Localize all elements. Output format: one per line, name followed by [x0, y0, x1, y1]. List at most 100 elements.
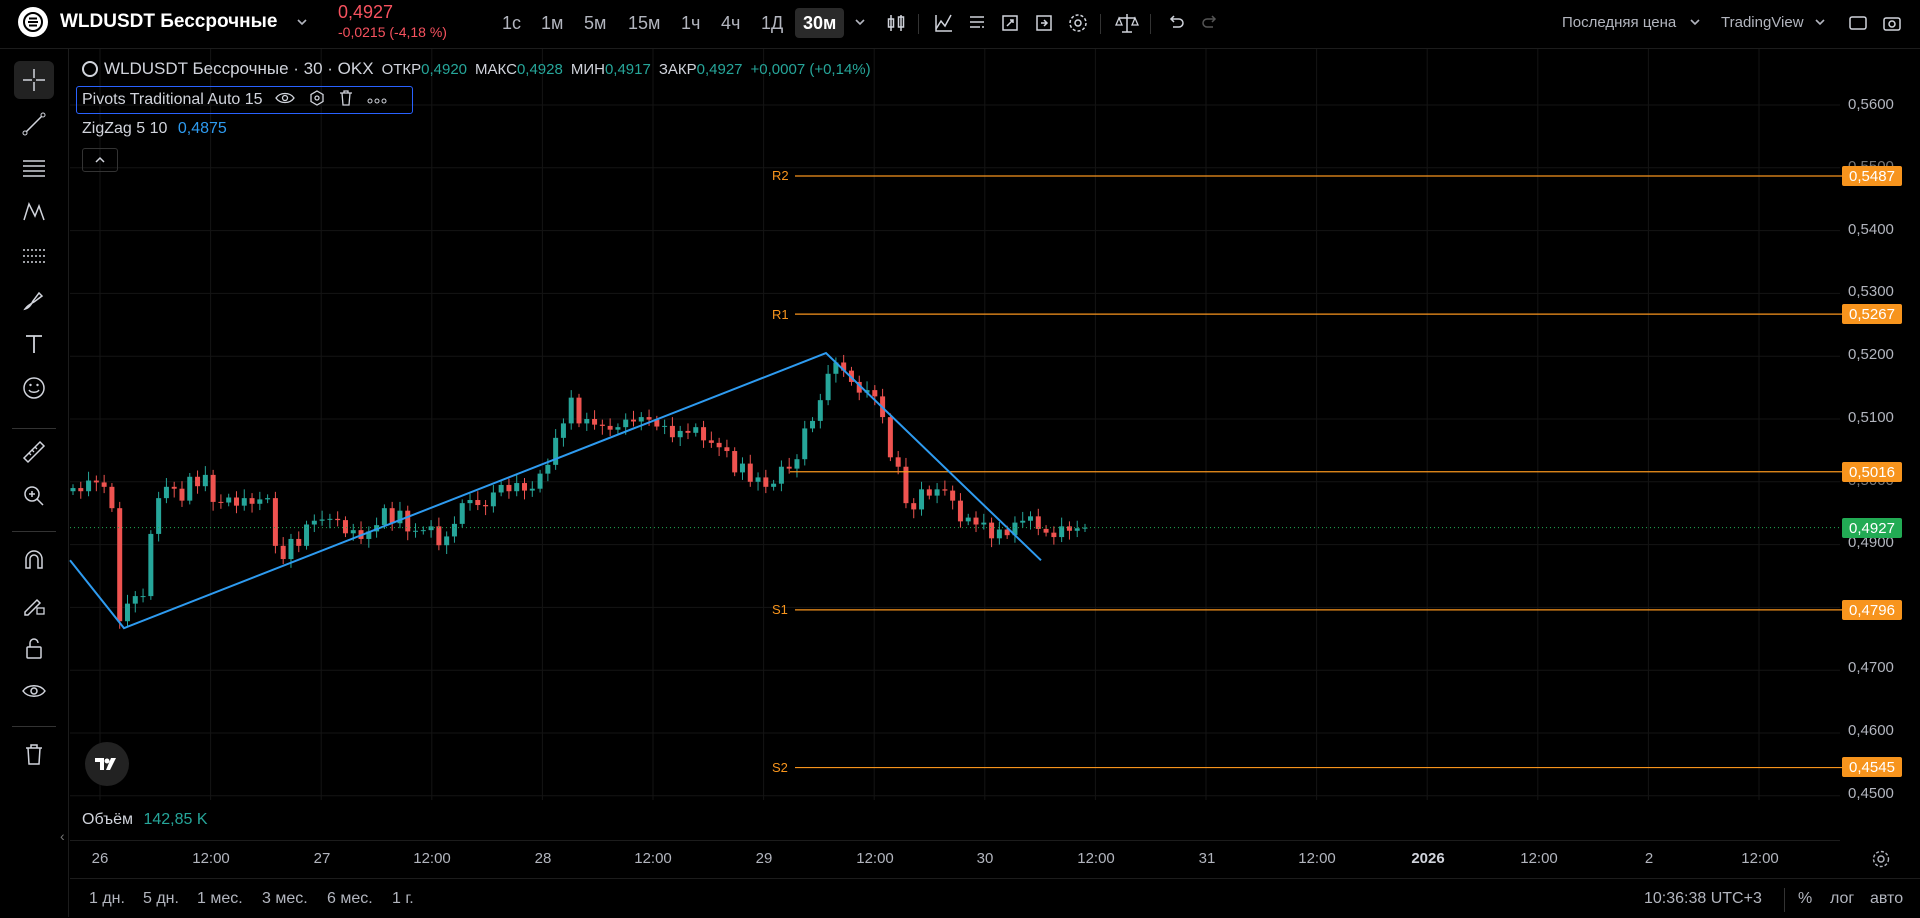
range-5d[interactable]: 5 дн. — [143, 890, 179, 908]
candle — [1051, 532, 1057, 538]
zigzag-line — [69, 351, 1042, 630]
candle — [420, 530, 426, 532]
candle — [1074, 528, 1080, 531]
pivot-p-badge: 0,5016 — [1842, 462, 1902, 482]
indicator-settings-icon[interactable] — [309, 89, 325, 111]
candle — [381, 508, 387, 526]
candle — [919, 489, 925, 510]
candle — [1035, 516, 1041, 529]
candle — [763, 477, 769, 487]
candle — [296, 538, 302, 546]
candle — [405, 510, 411, 532]
candle — [771, 483, 777, 487]
candle — [708, 440, 714, 443]
candle — [1020, 520, 1026, 523]
time-tick: 31 — [1198, 850, 1216, 867]
candle — [93, 480, 99, 483]
candle — [490, 492, 496, 507]
candle — [996, 529, 1002, 539]
candle — [218, 501, 224, 503]
candle — [677, 430, 683, 438]
price-tick: 0,5300 — [1848, 283, 1894, 300]
candle — [70, 488, 76, 492]
range-1d[interactable]: 1 дн. — [89, 890, 125, 908]
percent-toggle[interactable]: % — [1798, 890, 1812, 908]
chevron-up-icon — [95, 156, 105, 163]
candle — [249, 498, 255, 504]
remove-indicator-icon[interactable] — [339, 89, 353, 111]
candle — [537, 473, 543, 489]
candle — [179, 488, 185, 501]
candle — [132, 596, 138, 604]
zigzag-value: 0,4875 — [177, 120, 227, 137]
price-chart[interactable] — [0, 0, 1920, 917]
candle — [148, 533, 154, 597]
clock-timezone[interactable]: 10:36:38 UTC+3 — [1644, 890, 1762, 908]
candle — [319, 519, 325, 521]
axis-settings-gear-icon[interactable] — [1870, 848, 1892, 875]
pivots-indicator-row[interactable]: Pivots Traditional Auto 15 — [76, 86, 413, 114]
legend-title: WLDUSDT Бессрочные · 30 · OKX — [104, 59, 374, 78]
tv-logo-icon — [95, 758, 116, 770]
candle — [911, 503, 917, 510]
candle — [576, 397, 582, 424]
candle — [451, 523, 457, 537]
collapse-panel-icon[interactable]: ‹ — [60, 828, 65, 844]
collapse-legend-button[interactable] — [82, 148, 118, 172]
chart-legend: WLDUSDT Бессрочные · 30 · OKX ОТКР 0,4920… — [82, 59, 871, 79]
range-3m[interactable]: 3 мес. — [262, 890, 308, 908]
candle — [241, 498, 247, 506]
pivot-label-r1: R1 — [772, 307, 789, 322]
range-6m[interactable]: 6 мес. — [327, 890, 373, 908]
candle — [195, 476, 201, 487]
candle — [265, 498, 271, 500]
range-1m[interactable]: 1 мес. — [197, 890, 243, 908]
pivot-label-s2: S2 — [772, 760, 788, 775]
candle — [553, 437, 559, 465]
candle — [739, 463, 745, 473]
candle — [226, 497, 232, 503]
time-tick: 2 — [1644, 850, 1654, 867]
candle — [802, 428, 808, 460]
more-icon[interactable] — [367, 91, 387, 109]
candle — [342, 520, 348, 534]
candle — [942, 489, 948, 491]
candle — [522, 483, 528, 491]
pivot-r1-badge: 0,5267 — [1842, 304, 1902, 324]
candle — [778, 466, 784, 484]
pivot-label-s1: S1 — [772, 602, 788, 617]
range-1y[interactable]: 1 г. — [392, 890, 414, 908]
tradingview-logo[interactable] — [85, 742, 129, 786]
auto-toggle[interactable]: авто — [1870, 890, 1903, 908]
candle — [786, 466, 792, 469]
candle — [1028, 516, 1034, 521]
price-tick: 0,4700 — [1848, 659, 1894, 676]
time-tick: 12:00 — [1520, 850, 1558, 867]
candle — [311, 520, 317, 525]
symbol-coin-icon — [82, 61, 98, 77]
candle — [716, 442, 722, 448]
price-tick: 0,4600 — [1848, 722, 1894, 739]
candle — [171, 486, 177, 489]
price-tick: 0,4500 — [1848, 785, 1894, 802]
candle — [701, 427, 707, 441]
pivot-label-r2: R2 — [772, 168, 789, 183]
time-tick: 12:00 — [856, 850, 894, 867]
volume-value: 142,85 K — [143, 811, 208, 828]
candle — [444, 536, 450, 546]
candle — [109, 486, 115, 509]
candle — [599, 424, 605, 426]
time-tick: 26 — [91, 850, 109, 867]
log-toggle[interactable]: лог — [1830, 890, 1854, 908]
candle — [529, 488, 535, 491]
visibility-eye-icon[interactable] — [274, 91, 295, 110]
zigzag-legend[interactable]: ZigZag 5 10 0,4875 — [82, 120, 227, 138]
candle — [202, 474, 208, 487]
candle — [257, 499, 263, 504]
candle — [662, 425, 668, 427]
candle — [413, 530, 419, 532]
candle — [895, 457, 901, 467]
time-tick: 30 — [976, 850, 994, 867]
candle — [989, 522, 995, 539]
time-tick: 28 — [534, 850, 552, 867]
